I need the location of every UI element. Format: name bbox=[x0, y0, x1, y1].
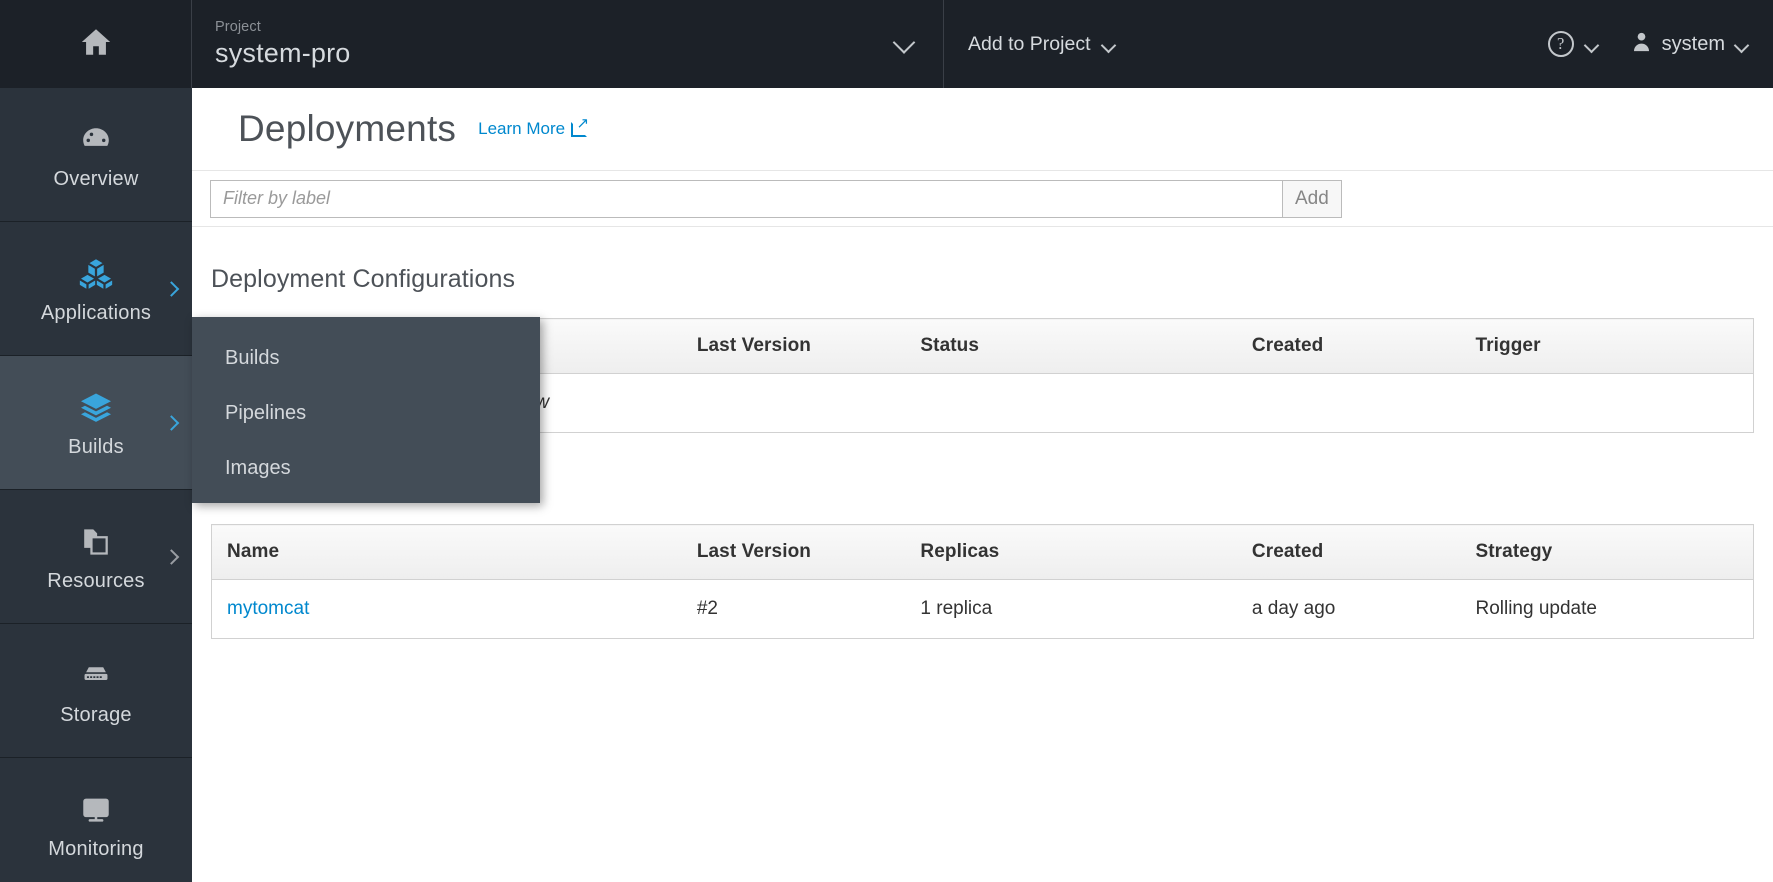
external-link-icon bbox=[571, 116, 589, 137]
column-header-last-version[interactable]: Last Version bbox=[681, 318, 906, 374]
sidebar-item-builds[interactable]: Builds bbox=[0, 356, 192, 490]
add-to-project-label: Add to Project bbox=[968, 32, 1091, 55]
sidebar-item-label: Overview bbox=[53, 168, 139, 190]
filter-input[interactable] bbox=[210, 179, 1283, 218]
masthead-right: ? system bbox=[1532, 0, 1773, 88]
dashboard-icon bbox=[80, 118, 112, 162]
masthead-spacer bbox=[1142, 0, 1531, 88]
cubes-icon bbox=[79, 252, 113, 296]
deployments-table: Name Last Version Replicas Created Strat… bbox=[210, 524, 1755, 639]
project-label: Project bbox=[215, 19, 261, 36]
database-icon bbox=[80, 654, 112, 698]
table-head: Name Last Version Replicas Created Strat… bbox=[210, 524, 1755, 580]
layers-icon bbox=[79, 386, 113, 430]
deployment-name-link[interactable]: mytomcat bbox=[227, 598, 309, 619]
sidebar: Overview Applications Builds Resources S… bbox=[0, 88, 192, 882]
table-row: mytomcat #2 1 replica a day ago Rolling … bbox=[210, 579, 1755, 639]
chevron-down-icon bbox=[1585, 40, 1599, 49]
sidebar-item-monitoring[interactable]: Monitoring bbox=[0, 758, 192, 882]
sidebar-item-overview[interactable]: Overview bbox=[0, 88, 192, 222]
column-header-created[interactable]: Created bbox=[1236, 524, 1461, 580]
submenu-item-builds[interactable]: Builds bbox=[192, 331, 540, 386]
question-circle-icon: ? bbox=[1547, 31, 1574, 57]
learn-more-link[interactable]: Learn More bbox=[478, 116, 589, 139]
page-title: Deployments bbox=[238, 108, 457, 149]
column-header-strategy[interactable]: Strategy bbox=[1460, 524, 1755, 580]
copy-files-icon bbox=[80, 520, 112, 564]
page-header: Deployments Learn More bbox=[192, 88, 1773, 171]
project-name: system-pro bbox=[215, 37, 351, 68]
user-icon bbox=[1631, 30, 1652, 59]
column-header-created[interactable]: Created bbox=[1236, 318, 1461, 374]
sidebar-item-storage[interactable]: Storage bbox=[0, 624, 192, 758]
cell-last-version: #2 bbox=[681, 579, 906, 639]
column-header-name[interactable]: Name bbox=[210, 524, 682, 580]
sidebar-item-label: Applications bbox=[40, 302, 152, 324]
monitor-icon bbox=[80, 788, 112, 832]
column-header-status[interactable]: Status bbox=[905, 318, 1237, 374]
deployment-configs-title: Deployment Configurations bbox=[211, 265, 516, 293]
sidebar-item-resources[interactable]: Resources bbox=[0, 490, 192, 624]
table-body: mytomcat #2 1 replica a day ago Rolling … bbox=[210, 579, 1755, 639]
sidebar-item-label: Storage bbox=[60, 704, 132, 726]
user-name: system bbox=[1661, 32, 1725, 55]
cell-replicas: 1 replica bbox=[905, 579, 1237, 639]
chevron-right-icon bbox=[163, 280, 180, 297]
cell-strategy: Rolling update bbox=[1460, 579, 1755, 639]
sidebar-item-applications[interactable]: Applications bbox=[0, 222, 192, 356]
chevron-right-icon bbox=[163, 414, 180, 431]
project-selector[interactable]: Project system-pro bbox=[192, 0, 944, 88]
cell-name: mytomcat bbox=[210, 579, 682, 639]
filter-bar: Add bbox=[192, 171, 1773, 227]
add-to-project-menu[interactable]: Add to Project bbox=[944, 0, 1142, 88]
chevron-down-icon bbox=[895, 35, 917, 54]
sidebar-item-label: Resources bbox=[47, 570, 145, 592]
cell-created: a day ago bbox=[1236, 579, 1461, 639]
home-icon bbox=[79, 25, 113, 64]
builds-submenu-flyout: Builds Pipelines Images bbox=[192, 317, 540, 503]
sidebar-item-label: Monitoring bbox=[48, 838, 144, 860]
submenu-item-images[interactable]: Images bbox=[192, 441, 540, 496]
learn-more-label: Learn More bbox=[478, 119, 566, 138]
openshift-console: Project system-pro Add to Project ? syst… bbox=[0, 0, 1773, 882]
home-button[interactable] bbox=[0, 0, 192, 88]
submenu-item-pipelines[interactable]: Pipelines bbox=[192, 386, 540, 441]
chevron-right-icon bbox=[163, 548, 180, 565]
chevron-down-icon bbox=[1102, 40, 1116, 49]
masthead: Project system-pro Add to Project ? syst… bbox=[0, 0, 1773, 88]
column-header-trigger[interactable]: Trigger bbox=[1460, 318, 1755, 374]
chevron-down-icon bbox=[1735, 40, 1749, 49]
column-header-last-version[interactable]: Last Version bbox=[681, 524, 906, 580]
add-filter-button[interactable]: Add bbox=[1282, 179, 1342, 218]
column-header-replicas[interactable]: Replicas bbox=[905, 524, 1237, 580]
user-menu[interactable]: system bbox=[1615, 30, 1755, 59]
help-menu[interactable]: ? bbox=[1532, 31, 1615, 57]
sidebar-item-label: Builds bbox=[68, 436, 124, 458]
table-header-row: Name Last Version Replicas Created Strat… bbox=[210, 524, 1755, 580]
